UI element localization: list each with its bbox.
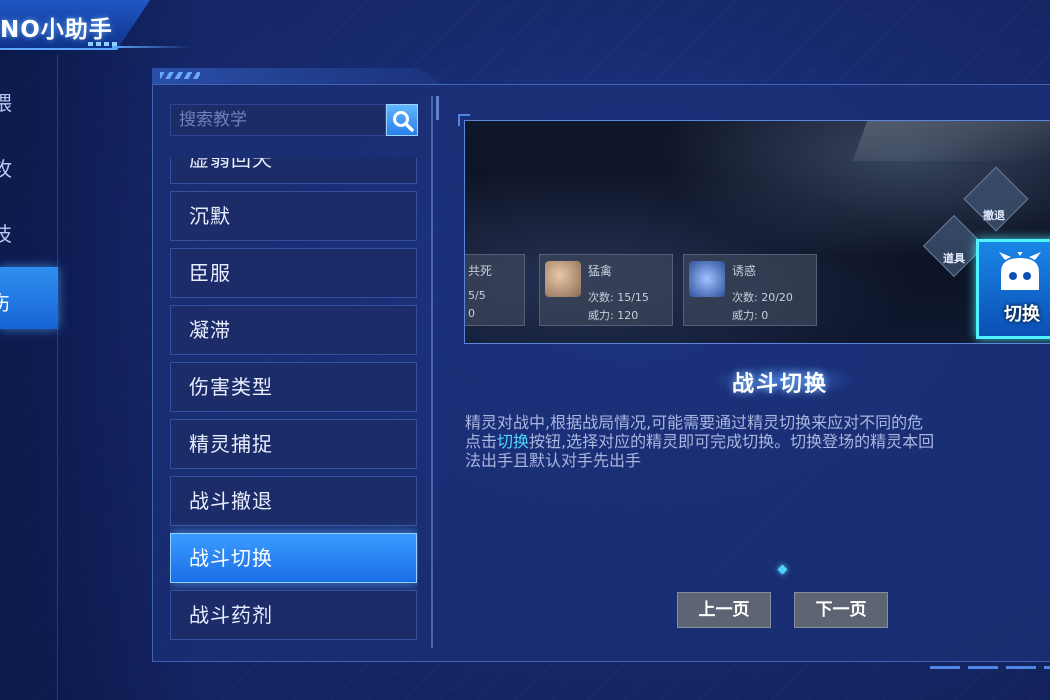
description-highlight: 切换 [497, 432, 530, 451]
preview-skill-card: 共死 5/5 0 [465, 254, 525, 326]
search-box[interactable] [170, 104, 386, 136]
tutorial-preview-image: 共死 5/5 0 猛禽 次数: 15/15 威力: 120 诱惑 次数: 20/… [464, 120, 1050, 344]
preview-skill-name: 诱惑 [732, 264, 757, 278]
list-item-label: 战斗切换 [189, 546, 273, 570]
section-title: 战斗切换 [732, 372, 829, 397]
list-item-label: 沉默 [189, 204, 231, 228]
list-item-active[interactable]: 战斗切换 [170, 533, 417, 583]
preview-skill-count-label: 次数: [732, 291, 758, 304]
title-underline-decoration [112, 46, 192, 48]
feather-icon [545, 261, 581, 297]
frame-tab-stripes [160, 72, 200, 79]
preview-skill-power: 0 [468, 307, 475, 320]
left-nav-item-active[interactable]: 伤 [0, 267, 58, 329]
list-item[interactable]: 战斗药剂 [170, 590, 417, 640]
left-nav-item[interactable]: 猥 [0, 87, 32, 127]
list-item-label: 战斗撤退 [189, 489, 273, 513]
list-scrollbar-thumb[interactable] [436, 96, 439, 120]
description-text: 点击 [465, 432, 498, 451]
preview-skill-count: 5/5 [468, 289, 486, 302]
tutorial-list[interactable]: 虚弱回天 沉默 臣服 凝滞 伤害类型 精灵捕捉 战斗撤退 战斗切换 战斗药剂 [170, 158, 418, 644]
list-item-label: 战斗药剂 [189, 603, 273, 627]
switch-icon [999, 252, 1041, 290]
description-text: 按钮,选择对应的精灵即可完成切换。切换登场的精灵本回 [529, 432, 935, 451]
preview-skill-name: 猛禽 [588, 264, 613, 278]
list-item[interactable]: 臣服 [170, 248, 417, 298]
next-page-button[interactable]: 下一页 [794, 592, 888, 628]
left-nav-item[interactable]: 技 [0, 218, 32, 258]
list-item-label: 臣服 [189, 261, 231, 285]
list-item[interactable]: 战斗撤退 [170, 476, 417, 526]
list-scrollbar-track[interactable] [431, 96, 433, 648]
list-item-label: 精灵捕捉 [189, 432, 273, 456]
bottom-decoration [930, 666, 1050, 669]
list-item[interactable]: 伤害类型 [170, 362, 417, 412]
list-item[interactable]: 虚弱回天 [170, 158, 417, 184]
preview-skill-count-label: 次数: [588, 291, 614, 304]
list-item-label: 虚弱回天 [189, 158, 273, 171]
preview-skill-power: 0 [761, 309, 769, 322]
preview-skill-power-label: 威力: [588, 309, 614, 322]
app-title: NO小助手 [0, 17, 113, 43]
list-item[interactable]: 精灵捕捉 [170, 419, 417, 469]
description-line: 法出手且默认对手先出手 [465, 451, 642, 470]
preview-retreat-label: 撤退 [983, 209, 1005, 222]
list-item[interactable]: 凝滞 [170, 305, 417, 355]
preview-skill-power: 120 [617, 309, 639, 322]
preview-ship-beam [852, 121, 1050, 161]
list-item[interactable]: 沉默 [170, 191, 417, 241]
preview-skill-card: 诱惑 次数: 20/20 威力: 0 [683, 254, 817, 326]
left-nav-item[interactable]: 攻 [0, 153, 32, 193]
left-nav: 猥 攻 技 伤 [0, 55, 58, 700]
list-item-label: 凝滞 [189, 318, 231, 342]
description-line: 点击切换按钮,选择对应的精灵即可完成切换。切换登场的精灵本回 [465, 432, 1050, 451]
preview-skill-count: 20/20 [761, 291, 793, 304]
star-icon [689, 261, 725, 297]
description-line: 精灵对战中,根据战局情况,可能需要通过精灵切换来应对不同的危 [465, 413, 924, 432]
preview-skill-count: 15/15 [617, 291, 649, 304]
prev-page-button[interactable]: 上一页 [677, 592, 771, 628]
search-input[interactable] [179, 110, 385, 130]
tutorial-description: 精灵对战中,根据战局情况,可能需要通过精灵切换来应对不同的危 点击切换按钮,选择… [465, 413, 1050, 470]
preview-skill-name: 共死 [468, 264, 493, 278]
search-icon [393, 111, 414, 132]
preview-switch-button: 切换 [976, 239, 1050, 339]
search-button[interactable] [386, 104, 418, 136]
preview-item-label: 道具 [943, 252, 965, 265]
preview-skill-power-label: 威力: [732, 309, 758, 322]
preview-switch-label: 切换 [1004, 304, 1040, 325]
list-item-label: 伤害类型 [189, 375, 273, 399]
left-nav-item-label: 伤 [0, 287, 10, 316]
preview-skill-card: 猛禽 次数: 15/15 威力: 120 [539, 254, 673, 326]
